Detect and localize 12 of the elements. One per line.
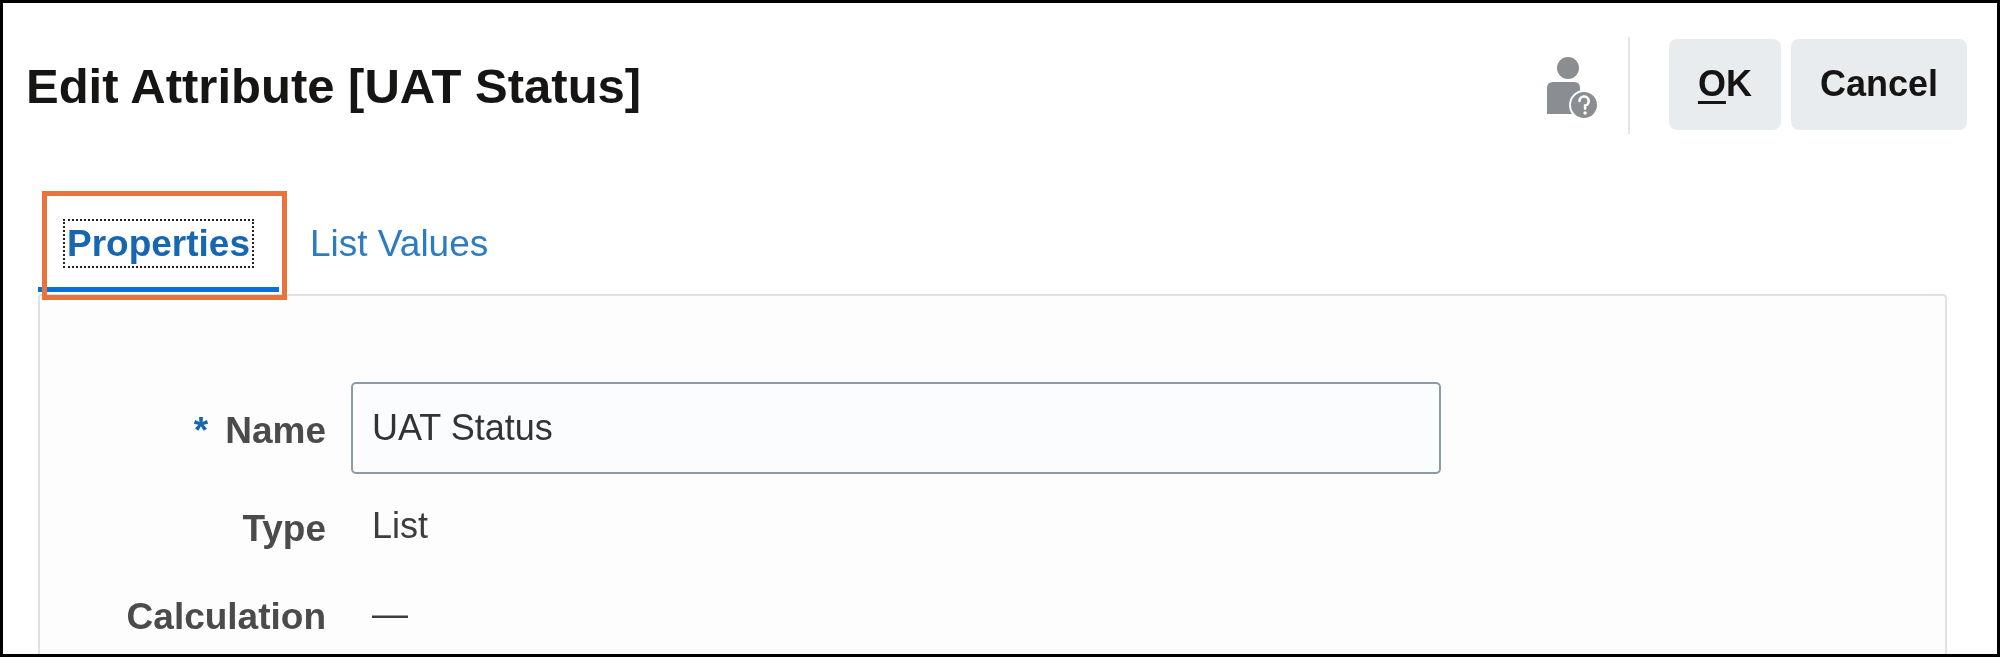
field-label: Type [242, 508, 326, 550]
cancel-button[interactable]: Cancel [1790, 38, 1967, 130]
ok-button[interactable]: OK [1668, 38, 1781, 130]
field-label: Name [225, 410, 326, 452]
name-input[interactable]: UAT Status [351, 382, 1441, 474]
tab[interactable]: List Values [281, 199, 518, 292]
field-value: List [371, 505, 429, 547]
required-mark: * [193, 410, 209, 452]
dialog-title: Edit Attribute [UAT Status] [26, 58, 643, 116]
person-help-icon[interactable] [1546, 57, 1599, 120]
field-value: — [371, 593, 408, 635]
field-label: Calculation [126, 596, 326, 638]
